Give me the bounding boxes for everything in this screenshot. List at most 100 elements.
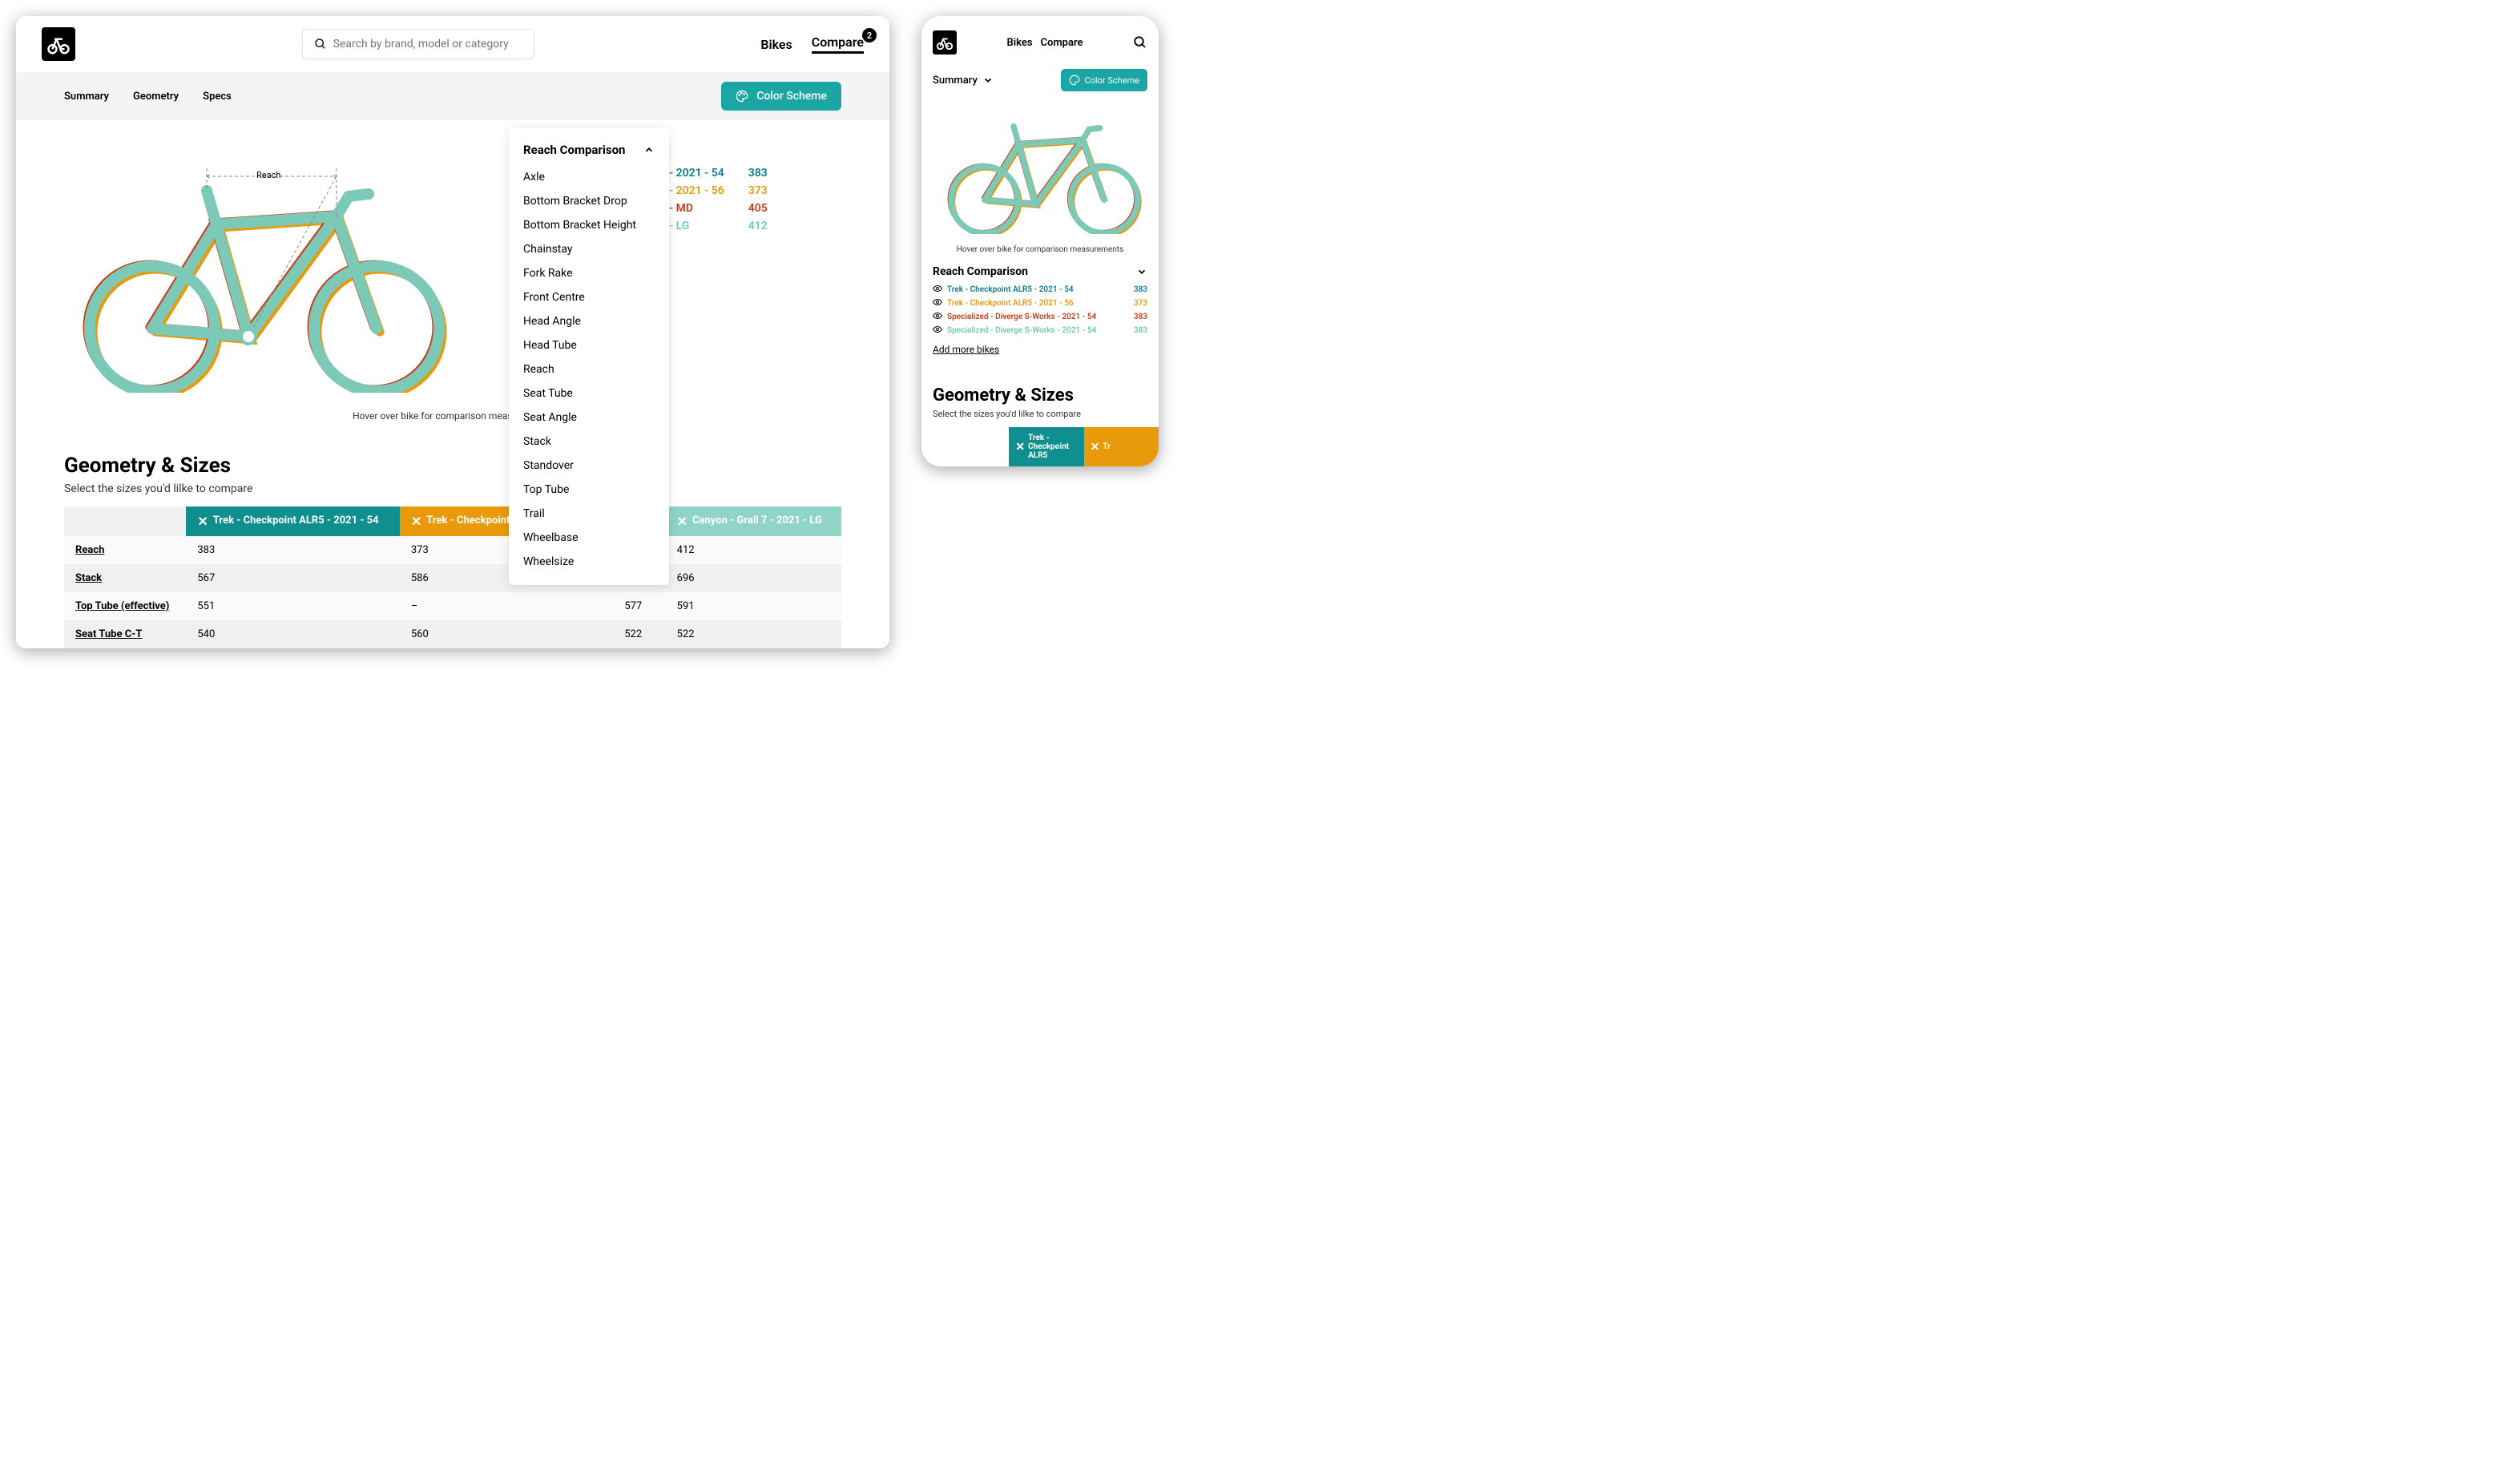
logo[interactable]: [42, 27, 75, 61]
chevron-down-icon: [1136, 266, 1147, 277]
remove-chip-button[interactable]: ✕: [1091, 441, 1100, 454]
tab-summary[interactable]: Summary: [64, 91, 109, 103]
mobile-window: Bikes Compare Summary Color Scheme Hover…: [921, 16, 1159, 466]
dropdown-item[interactable]: Chainstay: [518, 237, 659, 261]
search-icon: [314, 38, 327, 50]
m-comparison-row[interactable]: Specialized - Diverge S-Works - 2021 - 5…: [933, 310, 1147, 324]
m-summary-label: Summary: [933, 75, 978, 87]
cell-value: 412: [666, 536, 841, 564]
cell-value: 567: [186, 564, 399, 592]
tabs: Summary Geometry Specs: [64, 91, 232, 103]
bike-caption: Hover over bike for comparison measureme…: [64, 410, 841, 422]
dropdown-item[interactable]: Fork Rake: [518, 261, 659, 285]
color-scheme-button[interactable]: Color Scheme: [721, 82, 841, 111]
search-input[interactable]: [333, 38, 522, 50]
dropdown-header[interactable]: Reach Comparison: [518, 139, 659, 165]
m-reach-dropdown[interactable]: Reach Comparison: [921, 254, 1159, 283]
eye-icon[interactable]: [933, 311, 942, 321]
row-name[interactable]: Top Tube (effective): [64, 592, 186, 620]
m-logo[interactable]: [933, 30, 957, 54]
remove-chip-button[interactable]: ✕: [1015, 441, 1025, 454]
m-color-scheme-button[interactable]: Color Scheme: [1061, 69, 1148, 91]
eye-icon[interactable]: [933, 297, 942, 307]
dropdown-item[interactable]: Seat Angle: [518, 406, 659, 430]
m-summary-dropdown[interactable]: Summary: [933, 75, 994, 87]
cell-value: 540: [186, 620, 399, 648]
bike-chip[interactable]: ✕Tr: [1084, 427, 1159, 466]
comparison-row[interactable]: - LG412: [669, 217, 768, 235]
m-geometry-title: Geometry & Sizes: [921, 361, 1159, 409]
cell-value: 696: [666, 564, 841, 592]
dropdown-item[interactable]: Head Angle: [518, 309, 659, 333]
remove-column-button[interactable]: ✕: [411, 515, 421, 528]
m-bike-diagram[interactable]: [921, 99, 1159, 240]
reach-dimension-label: Reach: [256, 170, 280, 180]
nav-right: Bikes Compare 2: [760, 34, 864, 54]
row-name[interactable]: Stack: [64, 564, 186, 592]
nav-compare[interactable]: Compare 2: [812, 34, 864, 54]
dropdown-item[interactable]: Seat Tube: [518, 381, 659, 406]
cell-value: 560: [400, 620, 613, 648]
dropdown-item[interactable]: Reach: [518, 357, 659, 381]
comparison-peek-list: - 2021 - 54383- 2021 - 56373- MD405- LG4…: [669, 164, 768, 235]
geometry-subtitle: Select the sizes you'd lilke to compare: [64, 482, 841, 495]
dropdown-item[interactable]: Front Centre: [518, 285, 659, 309]
cell-value: 551: [186, 592, 399, 620]
dropdown-item[interactable]: Trail: [518, 502, 659, 526]
bike-diagram[interactable]: Reach: [64, 152, 449, 396]
bike-chip[interactable]: ✕Trek - Checkpoint ALR5: [1009, 427, 1083, 466]
dropdown-item[interactable]: Bottom Bracket Drop: [518, 189, 659, 213]
cell-value: –: [400, 592, 613, 620]
palette-icon: [736, 90, 748, 103]
m-color-scheme-label: Color Scheme: [1085, 75, 1140, 86]
measurement-dropdown: Reach Comparison AxleBottom Bracket Drop…: [509, 128, 669, 585]
dropdown-item[interactable]: Stack: [518, 430, 659, 454]
dropdown-item[interactable]: Wheelsize: [518, 550, 659, 574]
m-geometry-subtitle: Select the sizes you'd lilke to compare: [921, 409, 1159, 427]
search-box[interactable]: [302, 29, 534, 59]
table-row: Stack567586696: [64, 564, 841, 592]
m-header: Bikes Compare: [921, 24, 1159, 61]
dropdown-item[interactable]: Wheelbase: [518, 526, 659, 550]
m-reach-label: Reach Comparison: [933, 265, 1028, 278]
chip-label: Tr: [1103, 442, 1111, 451]
nav-bikes[interactable]: Bikes: [760, 37, 792, 52]
nav-compare-label: Compare: [812, 34, 864, 50]
remove-column-button[interactable]: ✕: [677, 515, 687, 528]
comparison-row[interactable]: - 2021 - 54383: [669, 164, 768, 182]
chevron-up-icon: [643, 144, 655, 155]
table-column-header: ✕ Canyon - Grail 7 - 2021 - LG: [666, 507, 841, 536]
search-icon[interactable]: [1133, 35, 1147, 50]
tab-specs[interactable]: Specs: [203, 91, 232, 103]
dropdown-item[interactable]: Standover: [518, 454, 659, 478]
geometry-table: ✕Trek - Checkpoint ALR5 - 2021 - 54✕Trek…: [64, 507, 841, 648]
dropdown-item[interactable]: Top Tube: [518, 478, 659, 502]
add-more-bikes-link[interactable]: Add more bikes: [921, 337, 1159, 361]
comparison-row[interactable]: - 2021 - 56373: [669, 182, 768, 200]
dropdown-item[interactable]: Bottom Bracket Height: [518, 213, 659, 237]
subheader: Summary Geometry Specs Color Scheme: [16, 72, 889, 120]
eye-icon[interactable]: [933, 284, 942, 293]
m-nav-compare[interactable]: Compare: [1041, 37, 1083, 49]
cell-value: 522: [666, 620, 841, 648]
m-comparison-row[interactable]: Trek - Checkpoint ALR5 - 2021 - 54383: [933, 283, 1147, 297]
column-label: Canyon - Grail 7 - 2021 - LG: [692, 515, 822, 527]
dropdown-title: Reach Comparison: [523, 143, 625, 157]
cell-value: 522: [613, 620, 665, 648]
m-comparison-row[interactable]: Trek - Checkpoint ALR5 - 2021 - 56373: [933, 297, 1147, 310]
m-bike-caption: Hover over bike for comparison measureme…: [921, 245, 1159, 254]
eye-icon[interactable]: [933, 325, 942, 334]
search-wrap: [91, 29, 744, 59]
column-label: Trek - Checkpoint ALR5 - 2021 - 54: [213, 515, 379, 527]
remove-column-button[interactable]: ✕: [197, 515, 208, 528]
row-name[interactable]: Reach: [64, 536, 186, 564]
m-nav-bikes[interactable]: Bikes: [1006, 37, 1032, 49]
row-name[interactable]: Seat Tube C-T: [64, 620, 186, 648]
table-row: Seat Tube C-T540560522522: [64, 620, 841, 648]
dropdown-item[interactable]: Axle: [518, 165, 659, 189]
chevron-down-icon: [982, 75, 994, 86]
comparison-row[interactable]: - MD405: [669, 200, 768, 217]
dropdown-item[interactable]: Head Tube: [518, 333, 659, 357]
tab-geometry[interactable]: Geometry: [133, 91, 179, 103]
m-comparison-row[interactable]: Specialized - Diverge S-Works - 2021 - 5…: [933, 324, 1147, 337]
